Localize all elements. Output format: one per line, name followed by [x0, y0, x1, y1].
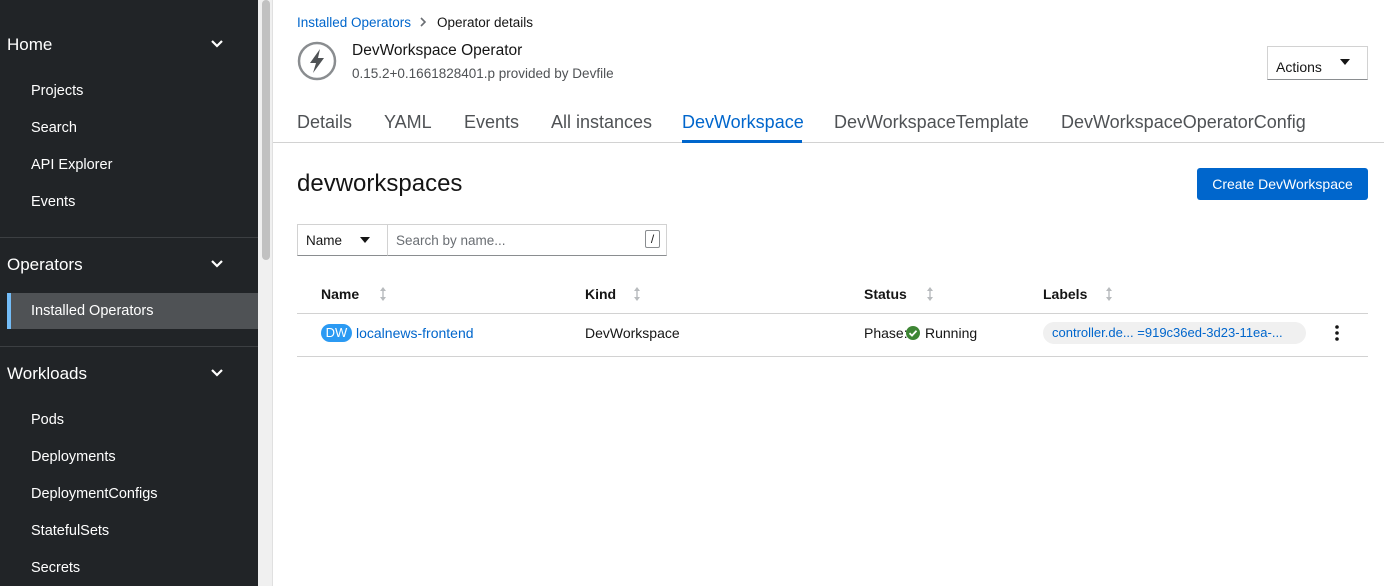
chevron-down-icon[interactable] [209, 365, 225, 381]
sidebar-item-secrets[interactable]: Secrets [31, 560, 80, 576]
sidebar-item-deployments[interactable]: Deployments [31, 449, 116, 465]
sort-icon[interactable] [633, 286, 641, 302]
caret-down-icon [360, 237, 370, 243]
chevron-down-icon[interactable] [209, 36, 225, 52]
breadcrumb-current: Operator details [437, 15, 534, 30]
tab-devworkspacetemplate[interactable]: DevWorkspaceTemplate [834, 112, 1029, 133]
column-header-status[interactable]: Status [864, 286, 907, 302]
column-header-kind[interactable]: Kind [585, 286, 616, 302]
devworkspace-name-link[interactable]: localnews-frontend [356, 325, 474, 341]
tab-details[interactable]: Details [297, 112, 352, 133]
tabs-divider [273, 142, 1384, 143]
table-header-divider [297, 313, 1368, 314]
search-input[interactable] [387, 224, 667, 256]
operator-version-provider: 0.15.2+0.1661828401.p provided by Devfil… [352, 66, 614, 81]
nav-section-operators[interactable]: Operators [7, 255, 83, 275]
resource-badge: DW [321, 324, 352, 342]
actions-dropdown[interactable]: Actions [1267, 46, 1368, 80]
column-header-name[interactable]: Name [321, 286, 359, 302]
operator-name: DevWorkspace Operator [352, 42, 523, 59]
lightning-bolt-icon [297, 41, 337, 81]
check-circle-icon [906, 326, 920, 340]
sidebar-item-installed-operators[interactable]: Installed Operators [31, 303, 154, 319]
active-tab-indicator [682, 140, 802, 143]
table-row-divider [297, 356, 1368, 357]
sidebar-item-search[interactable]: Search [31, 120, 77, 136]
breadcrumb-installed-operators[interactable]: Installed Operators [297, 15, 411, 30]
sidebar-item-projects[interactable]: Projects [31, 83, 83, 99]
sidebar-item-events[interactable]: Events [31, 194, 75, 210]
caret-down-icon [1340, 59, 1350, 65]
filter-type-select[interactable]: Name [297, 224, 388, 256]
kebab-menu-icon[interactable] [1330, 324, 1344, 342]
tab-all-instances[interactable]: All instances [551, 112, 652, 133]
tab-yaml[interactable]: YAML [384, 112, 432, 133]
nav-section-home[interactable]: Home [7, 35, 52, 55]
column-header-labels[interactable]: Labels [1043, 286, 1087, 302]
chevron-right-icon [420, 17, 427, 27]
tab-events[interactable]: Events [464, 112, 519, 133]
cell-status-prefix: Phase: [864, 325, 908, 341]
sidebar-scrollbar-thumb[interactable] [262, 0, 270, 260]
sort-icon[interactable] [379, 286, 387, 302]
chevron-down-icon[interactable] [209, 256, 225, 272]
nav-divider [0, 237, 258, 238]
page-title: devworkspaces [297, 170, 463, 197]
sidebar-item-api-explorer[interactable]: API Explorer [31, 157, 112, 173]
cell-kind: DevWorkspace [585, 325, 680, 341]
sidebar-item-pods[interactable]: Pods [31, 412, 64, 428]
create-devworkspace-button[interactable]: Create DevWorkspace [1197, 168, 1368, 200]
tab-devworkspace[interactable]: DevWorkspace [682, 112, 804, 133]
sort-icon[interactable] [1105, 286, 1113, 302]
nav-divider [0, 346, 258, 347]
sort-icon[interactable] [926, 286, 934, 302]
keyboard-shortcut-hint: / [645, 230, 660, 248]
sidebar: Home Projects Search API Explorer Events… [0, 0, 258, 586]
nav-section-workloads[interactable]: Workloads [7, 364, 87, 384]
tab-devworkspaceoperatorconfig[interactable]: DevWorkspaceOperatorConfig [1061, 112, 1306, 133]
sidebar-item-statefulsets[interactable]: StatefulSets [31, 523, 109, 539]
label-chip[interactable]: controller.de... =919c36ed-3d23-11ea-... [1043, 322, 1306, 344]
cell-status: Running [925, 325, 978, 341]
sidebar-item-deploymentconfigs[interactable]: DeploymentConfigs [31, 486, 158, 502]
